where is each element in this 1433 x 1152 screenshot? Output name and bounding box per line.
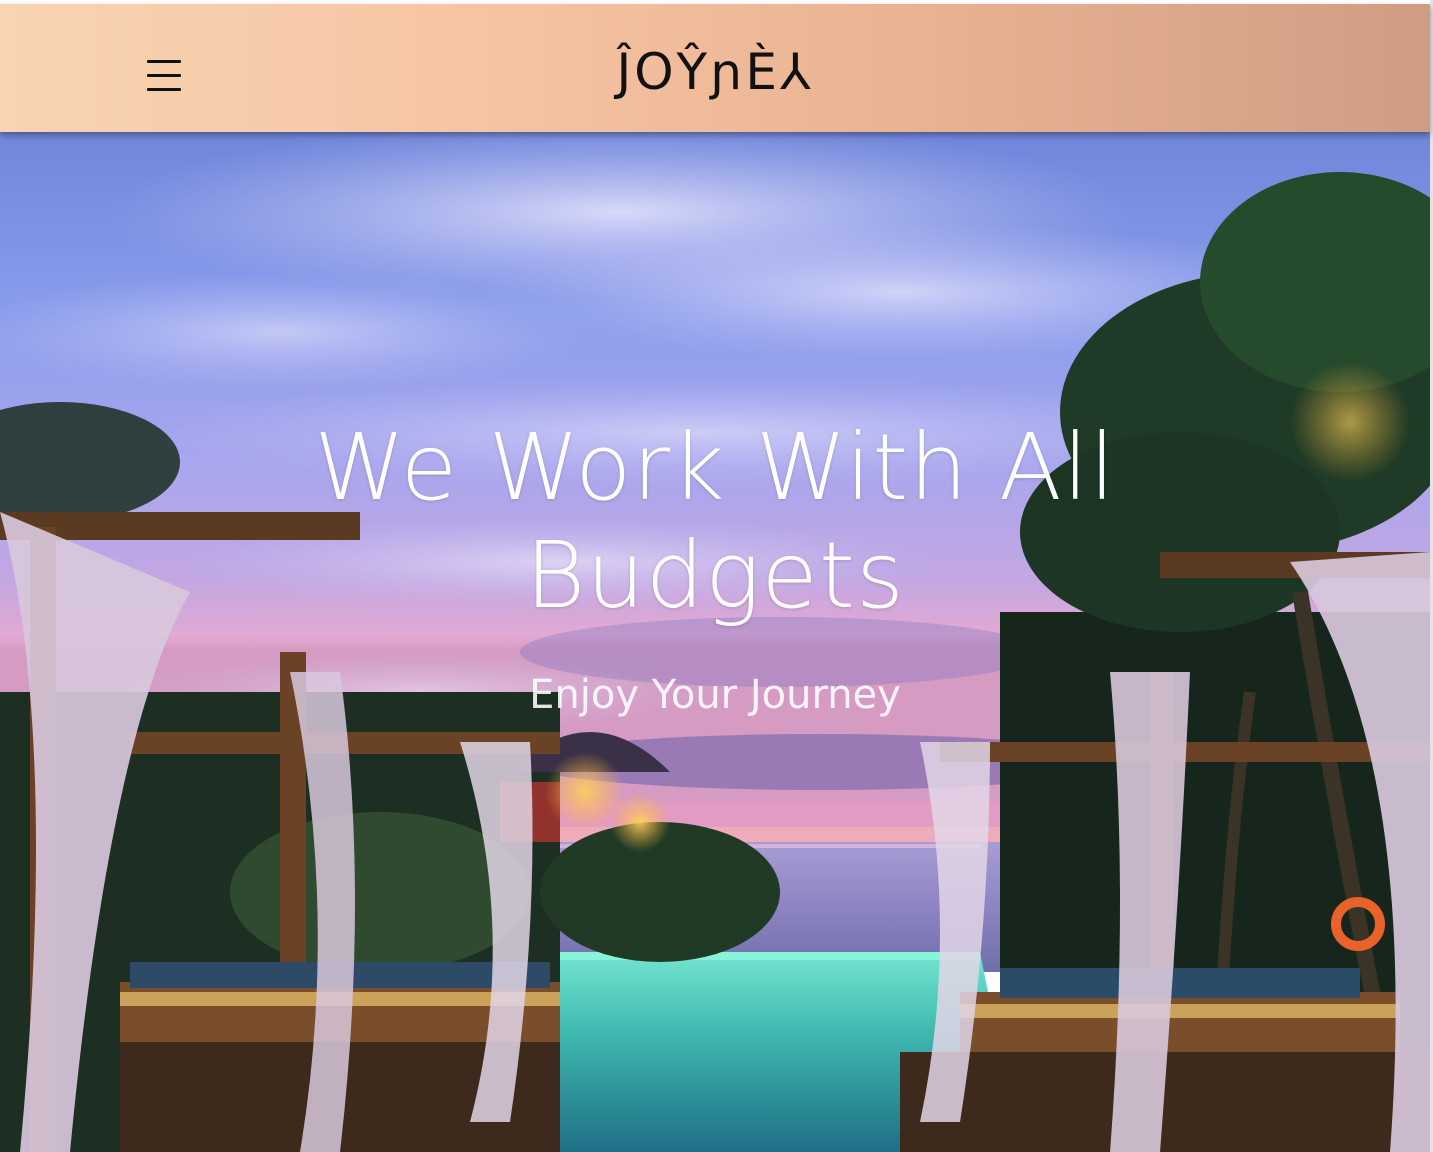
hero-section: We Work With All Budgets Enjoy Your Jour… xyxy=(0,132,1430,1152)
hero-background-image xyxy=(0,132,1430,1152)
site-logo[interactable]: ĴOŶɲÈ⅄ xyxy=(0,32,1430,112)
site-header: ĴOŶɲÈ⅄ xyxy=(0,4,1430,132)
page: ĴOŶɲÈ⅄ We Work With All Budgets Enjoy Yo… xyxy=(0,0,1433,1152)
hero-title: We Work With All Budgets xyxy=(314,414,1116,629)
hero-subtitle: Enjoy Your Journey xyxy=(529,672,901,718)
